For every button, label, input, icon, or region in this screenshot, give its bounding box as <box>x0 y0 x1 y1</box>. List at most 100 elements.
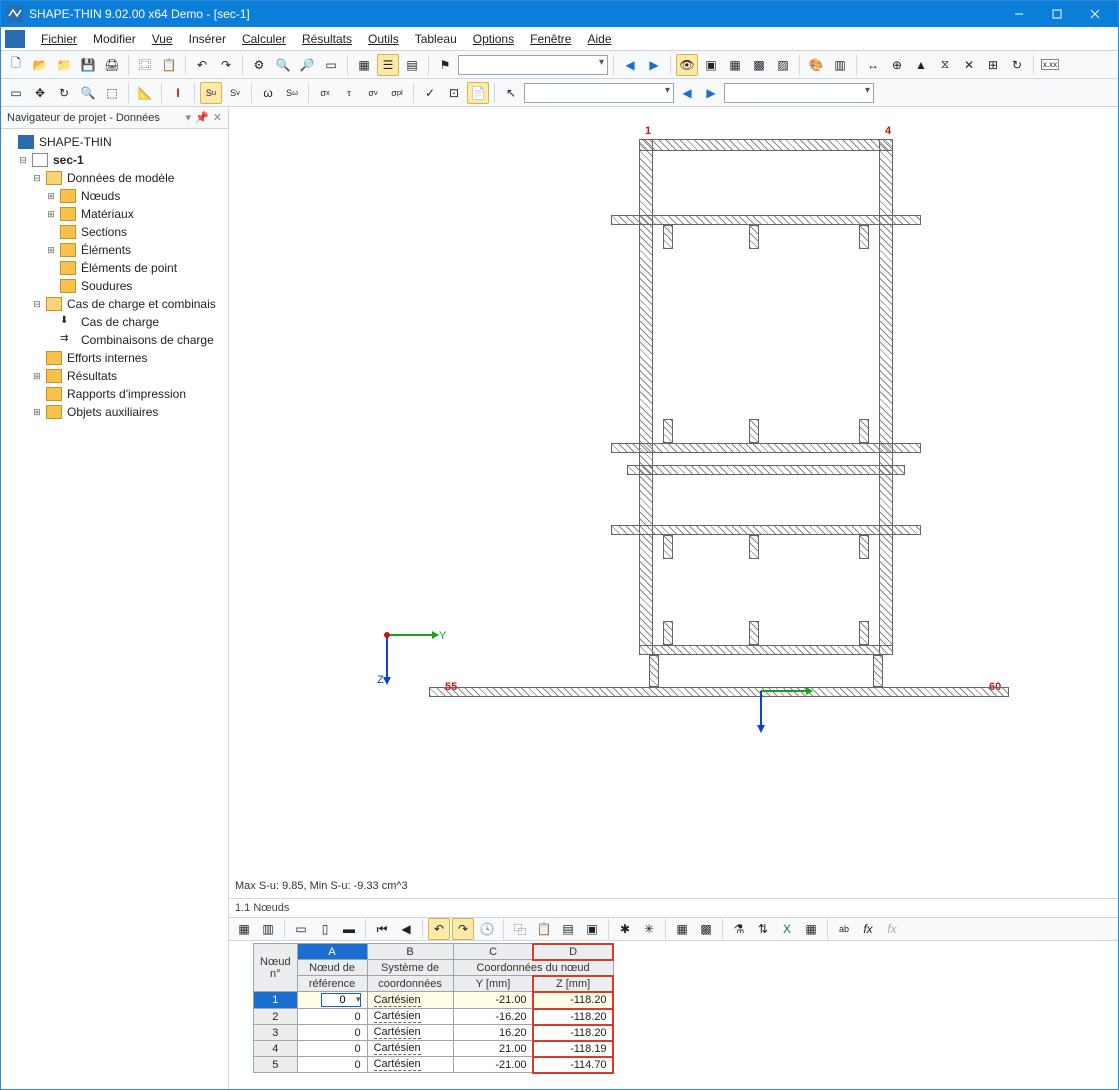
sigma-v-icon[interactable]: σv <box>362 82 384 104</box>
center-icon[interactable]: ⊕ <box>886 54 908 76</box>
tt-undo-icon[interactable]: ↶ <box>428 918 450 940</box>
table-row[interactable]: 5 0 Cartésien -21.00 -114.70 <box>254 1057 614 1073</box>
omega-icon[interactable]: ω <box>257 82 279 104</box>
cursor-icon[interactable]: ↖ <box>500 82 522 104</box>
menu-edit[interactable]: Modifier <box>85 30 144 48</box>
tt-time-icon[interactable]: 🕓 <box>476 918 498 940</box>
menu-view[interactable]: Vue <box>144 30 181 48</box>
somega-icon[interactable]: Sω <box>281 82 303 104</box>
tt-rename-icon[interactable]: ab <box>833 918 855 940</box>
tree-aux[interactable]: Objets auxiliaires <box>65 405 160 419</box>
rotate-icon[interactable]: ↻ <box>1006 54 1028 76</box>
table-row[interactable]: 3 0 Cartésien 16.20 -118.20 <box>254 1025 614 1041</box>
tree-welds[interactable]: Soudures <box>79 279 134 293</box>
mirror-v-icon[interactable]: ⧖ <box>934 54 956 76</box>
tt-t2-icon[interactable]: ▯ <box>314 918 336 940</box>
col-letter-a[interactable]: A <box>297 944 367 960</box>
open-file-icon[interactable]: 📂 <box>29 54 51 76</box>
navigator-icon[interactable]: ▦ <box>353 54 375 76</box>
tree-elements[interactable]: Éléments <box>79 243 133 257</box>
pointer-icon[interactable]: ▭ <box>5 82 27 104</box>
tt-sort-icon[interactable]: ⇅ <box>752 918 774 940</box>
select-icon[interactable]: ▭ <box>320 54 342 76</box>
redo-icon[interactable]: ↷ <box>215 54 237 76</box>
tt-ins-icon[interactable]: ▣ <box>581 918 603 940</box>
legend-icon[interactable]: ▥ <box>829 54 851 76</box>
table-row[interactable]: 4 0 Cartésien 21.00 -118.19 <box>254 1041 614 1057</box>
display-opt3-icon[interactable]: ▩ <box>748 54 770 76</box>
cross-icon[interactable]: ✕ <box>958 54 980 76</box>
tree-root[interactable]: SHAPE-THIN <box>37 135 114 149</box>
tree-modeldata[interactable]: Données de modèle <box>65 171 176 185</box>
report-icon[interactable]: 📄 <box>467 82 489 104</box>
results-combo[interactable] <box>524 83 674 103</box>
menu-results[interactable]: Résultats <box>294 30 360 48</box>
col-letter-c[interactable]: C <box>453 944 533 960</box>
tt-unmark-icon[interactable]: ✳ <box>638 918 660 940</box>
tt-input-icon[interactable]: ▦ <box>233 918 255 940</box>
menu-tools[interactable]: Outils <box>360 30 407 48</box>
tree-project[interactable]: sec-1 <box>51 153 86 167</box>
paste-icon[interactable]: 📋 <box>158 54 180 76</box>
table2-icon[interactable]: ▤ <box>401 54 423 76</box>
tree-lc-group[interactable]: Cas de charge et combinais <box>65 297 218 311</box>
sigma-x-icon[interactable]: σx <box>314 82 336 104</box>
save-icon[interactable]: 💾 <box>77 54 99 76</box>
unpin-icon[interactable]: 📌 <box>195 111 209 124</box>
edit-input[interactable] <box>321 993 361 1007</box>
i-section-icon[interactable]: I <box>167 82 189 104</box>
display-opt4-icon[interactable]: ▨ <box>772 54 794 76</box>
grid-icon[interactable]: ⊞ <box>982 54 1004 76</box>
eye-icon[interactable]: 👁 <box>676 54 698 76</box>
colors-icon[interactable]: 🎨 <box>805 54 827 76</box>
menu-insert[interactable]: Insérer <box>181 30 234 48</box>
menu-file[interactable]: Fichier <box>33 30 85 48</box>
calculate-icon[interactable]: ⚙ <box>248 54 270 76</box>
tree-nodes[interactable]: Nœuds <box>79 189 122 203</box>
zoom2-icon[interactable]: 🔍 <box>77 82 99 104</box>
print-icon[interactable]: 🖨 <box>101 54 123 76</box>
menu-calc[interactable]: Calculer <box>234 30 294 48</box>
tt-results-icon[interactable]: ▥ <box>257 918 279 940</box>
settings2-icon[interactable]: ⊡ <box>443 82 465 104</box>
display-opt1-icon[interactable]: ▣ <box>700 54 722 76</box>
new-file-icon[interactable]: 🗋 <box>5 54 27 76</box>
menu-table[interactable]: Tableau <box>407 30 465 48</box>
table-row[interactable]: 2 0 Cartésien -16.20 -118.20 <box>254 1009 614 1025</box>
tt-fxoff-icon[interactable]: fx <box>881 918 903 940</box>
mirror-h-icon[interactable]: ▲ <box>910 54 932 76</box>
prev2-icon[interactable]: ◀ <box>676 82 698 104</box>
tt-color1-icon[interactable]: ▦ <box>671 918 693 940</box>
numbers-icon[interactable]: x.xx <box>1039 54 1061 76</box>
tree-lco[interactable]: Combinaisons de charge <box>79 333 216 347</box>
tt-paste-icon[interactable]: 📋 <box>533 918 555 940</box>
element-combo[interactable] <box>724 83 874 103</box>
tree-results[interactable]: Résultats <box>65 369 119 383</box>
dim-icon[interactable]: ↔ <box>862 54 884 76</box>
edit-cell[interactable]: ▾ <box>297 992 367 1009</box>
next2-icon[interactable]: ▶ <box>700 82 722 104</box>
menu-options[interactable]: Options <box>465 30 522 48</box>
data-grid[interactable]: Nœud n° A B C D Nœud de Système de Coord… <box>253 943 614 1073</box>
tt-t3-icon[interactable]: ▬ <box>338 918 360 940</box>
table-icon[interactable]: ☰ <box>377 54 399 76</box>
app-menu-icon[interactable] <box>5 30 25 48</box>
table-row[interactable]: 1 ▾ Cartésien -21.00 -118.20 <box>254 992 614 1009</box>
tt-del-icon[interactable]: ▤ <box>557 918 579 940</box>
col-letter-d[interactable]: D <box>533 944 613 960</box>
maximize-button[interactable] <box>1040 4 1074 24</box>
zoom-icon[interactable]: 🔍 <box>272 54 294 76</box>
tree-materials[interactable]: Matériaux <box>79 207 136 221</box>
zoom-extents-icon[interactable]: 🔎 <box>296 54 318 76</box>
pan-icon[interactable]: ✥ <box>29 82 51 104</box>
minimize-button[interactable] <box>1002 4 1036 24</box>
loadcase-combo[interactable] <box>458 55 608 75</box>
tree-sections[interactable]: Sections <box>79 225 129 239</box>
tt-mark-icon[interactable]: ✱ <box>614 918 636 940</box>
tau-icon[interactable]: τ <box>338 82 360 104</box>
tt-copy-icon[interactable]: ⿻ <box>509 918 531 940</box>
tt-redo-icon[interactable]: ↷ <box>452 918 474 940</box>
project-tree[interactable]: SHAPE-THIN ⊟sec-1 ⊟Données de modèle ⊞Nœ… <box>1 129 228 1089</box>
tt-csv-icon[interactable]: ▦ <box>800 918 822 940</box>
close-button[interactable] <box>1078 4 1112 24</box>
